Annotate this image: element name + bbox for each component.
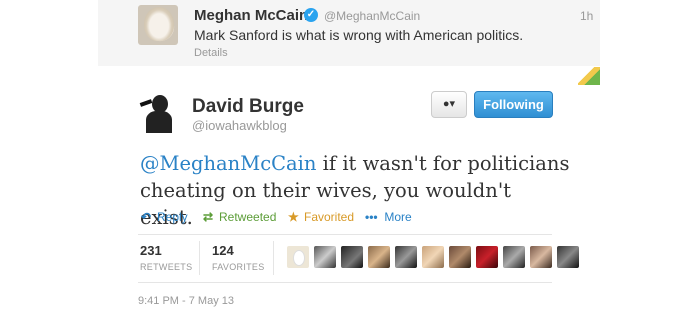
favoriter-avatar[interactable] xyxy=(503,246,525,268)
stat-separator xyxy=(199,241,200,275)
following-button[interactable]: Following xyxy=(474,91,553,118)
top-tweet-author-name[interactable]: Meghan McCain xyxy=(194,7,308,24)
main-tweet-handle[interactable]: @iowahawkblog xyxy=(192,118,287,133)
stat-separator xyxy=(273,241,274,275)
user-actions-dropdown[interactable]: ●▾ xyxy=(431,91,467,118)
favoriter-avatar[interactable] xyxy=(287,246,309,268)
retweets-stat[interactable]: 231 RETWEETS xyxy=(140,243,192,272)
details-link[interactable]: Details xyxy=(194,47,228,59)
main-tweet-author-name[interactable]: David Burge xyxy=(192,96,304,118)
more-button[interactable]: ••• More xyxy=(365,210,412,224)
favorited-label: Favorited xyxy=(304,210,355,224)
favoriter-avatar[interactable] xyxy=(395,246,417,268)
reply-button[interactable]: ↶ Reply xyxy=(141,210,188,224)
tweet-text-line1: if it wasn't for politicians xyxy=(316,152,570,175)
favoriter-avatar[interactable] xyxy=(341,246,363,268)
favoriter-avatar[interactable] xyxy=(476,246,498,268)
corner-decoration xyxy=(578,67,600,85)
reply-arrow-icon: ↶ xyxy=(141,210,152,224)
favorites-label: FAVORITES xyxy=(212,262,265,272)
star-icon: ★ xyxy=(288,210,299,224)
tweet-timestamp[interactable]: 9:41 PM - 7 May 13 xyxy=(138,295,234,307)
dots-icon: ••• xyxy=(365,210,378,224)
favoriter-avatar[interactable] xyxy=(557,246,579,268)
verified-badge-icon: ✓ xyxy=(304,8,318,22)
favorites-stat[interactable]: 124 FAVORITES xyxy=(212,243,265,272)
reply-label: Reply xyxy=(157,210,188,224)
favoriter-avatar[interactable] xyxy=(449,246,471,268)
favoriter-avatar[interactable] xyxy=(530,246,552,268)
mention-link[interactable]: @MeghanMcCain xyxy=(140,152,316,175)
previous-tweet[interactable]: Meghan McCain ✓ @MeghanMcCain 1h Mark Sa… xyxy=(98,0,600,66)
favoriter-avatar[interactable] xyxy=(314,246,336,268)
top-tweet-time[interactable]: 1h xyxy=(580,9,593,23)
favorite-button[interactable]: ★ Favorited xyxy=(288,210,354,224)
meghan-avatar[interactable] xyxy=(138,5,178,45)
top-tweet-handle[interactable]: @MeghanMcCain xyxy=(324,9,420,23)
retweeted-label: Retweeted xyxy=(219,210,277,224)
favorites-count: 124 xyxy=(212,243,234,258)
user-icon: ●▾ xyxy=(442,98,456,110)
favoriter-avatar[interactable] xyxy=(422,246,444,268)
divider xyxy=(138,234,552,235)
retweets-count: 231 xyxy=(140,243,162,258)
top-tweet-text: Mark Sanford is what is wrong with Ameri… xyxy=(194,27,524,43)
more-label: More xyxy=(384,210,412,224)
retweets-label: RETWEETS xyxy=(140,262,193,272)
retweet-icon: ⇄ xyxy=(203,210,214,224)
divider xyxy=(138,282,552,283)
favoriter-avatar[interactable] xyxy=(368,246,390,268)
david-burge-avatar[interactable] xyxy=(138,93,178,133)
retweet-button[interactable]: ⇄ Retweeted xyxy=(203,210,276,224)
